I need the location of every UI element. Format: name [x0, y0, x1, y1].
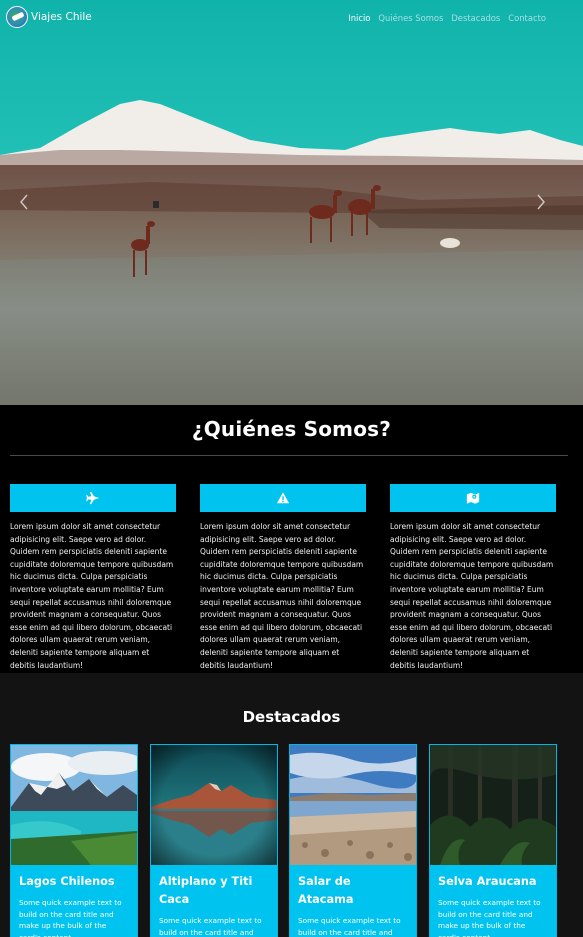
map-icon [466, 492, 480, 504]
card-title: Selva Araucana [438, 875, 537, 888]
card-text: Some quick example text to build on the … [19, 898, 122, 937]
nav-link-inicio[interactable]: Inicio [348, 13, 370, 23]
navbar: Viajes Chile Inicio Quiénes Somos Destac… [0, 0, 583, 36]
feature-column: Lorem ipsum dolor sit amet consectetur a… [200, 484, 366, 672]
globe-logo-icon [6, 6, 28, 28]
card-title: Altiplano y Titi Caca [159, 875, 253, 906]
about-section: ¿Quiénes Somos? Lorem ipsum dolor sit am… [0, 405, 583, 673]
card-selva-araucana[interactable]: Selva Araucana Some quick example text t… [429, 744, 557, 937]
featured-section: Destacados Lagos Chilenos Some quick exa… [0, 673, 583, 937]
chevron-left-icon [20, 194, 28, 210]
feature-header [390, 484, 556, 512]
featured-title: Destacados [242, 708, 341, 726]
card-text: Some quick example text to build on the … [159, 916, 262, 937]
card-altiplano[interactable]: Altiplano y Titi Caca Some quick example… [150, 744, 278, 937]
card-image [151, 745, 277, 865]
brand-link[interactable]: Viajes Chile [6, 6, 92, 28]
feature-text: Lorem ipsum dolor sit amet consectetur a… [10, 522, 174, 670]
hero-carousel [0, 0, 583, 405]
brand-name: Viajes Chile [31, 11, 92, 23]
plane-icon [86, 491, 100, 505]
about-title: ¿Quiénes Somos? [191, 417, 392, 441]
card-text: Some quick example text to build on the … [298, 916, 401, 937]
nav-link-destacados[interactable]: Destacados [451, 13, 500, 23]
feature-text: Lorem ipsum dolor sit amet consectetur a… [390, 522, 554, 670]
nav-link-contacto[interactable]: Contacto [508, 13, 546, 23]
divider [10, 455, 568, 456]
hero-image [0, 0, 583, 405]
card-text: Some quick example text to build on the … [438, 898, 541, 937]
chevron-right-icon [537, 194, 545, 210]
card-title: Lagos Chilenos [19, 875, 115, 888]
card-title: Salar de Atacama [298, 875, 354, 906]
card-image [11, 745, 137, 865]
nav-links: Inicio Quiénes Somos Destacados Contacto [348, 13, 546, 23]
card-image [290, 745, 416, 865]
card-image [430, 745, 556, 865]
feature-header [10, 484, 176, 512]
feature-text: Lorem ipsum dolor sit amet consectetur a… [200, 522, 364, 670]
card-lagos-chilenos[interactable]: Lagos Chilenos Some quick example text t… [10, 744, 138, 937]
feature-column: Lorem ipsum dolor sit amet consectetur a… [390, 484, 556, 672]
nav-link-quienes-somos[interactable]: Quiénes Somos [378, 13, 443, 23]
feature-header [200, 484, 366, 512]
feature-column: Lorem ipsum dolor sit amet consectetur a… [10, 484, 176, 672]
carousel-next-button[interactable] [534, 192, 548, 212]
warning-triangle-icon [276, 492, 290, 504]
carousel-prev-button[interactable] [17, 192, 31, 212]
card-salar-de-atacama[interactable]: Salar de Atacama Some quick example text… [289, 744, 417, 937]
